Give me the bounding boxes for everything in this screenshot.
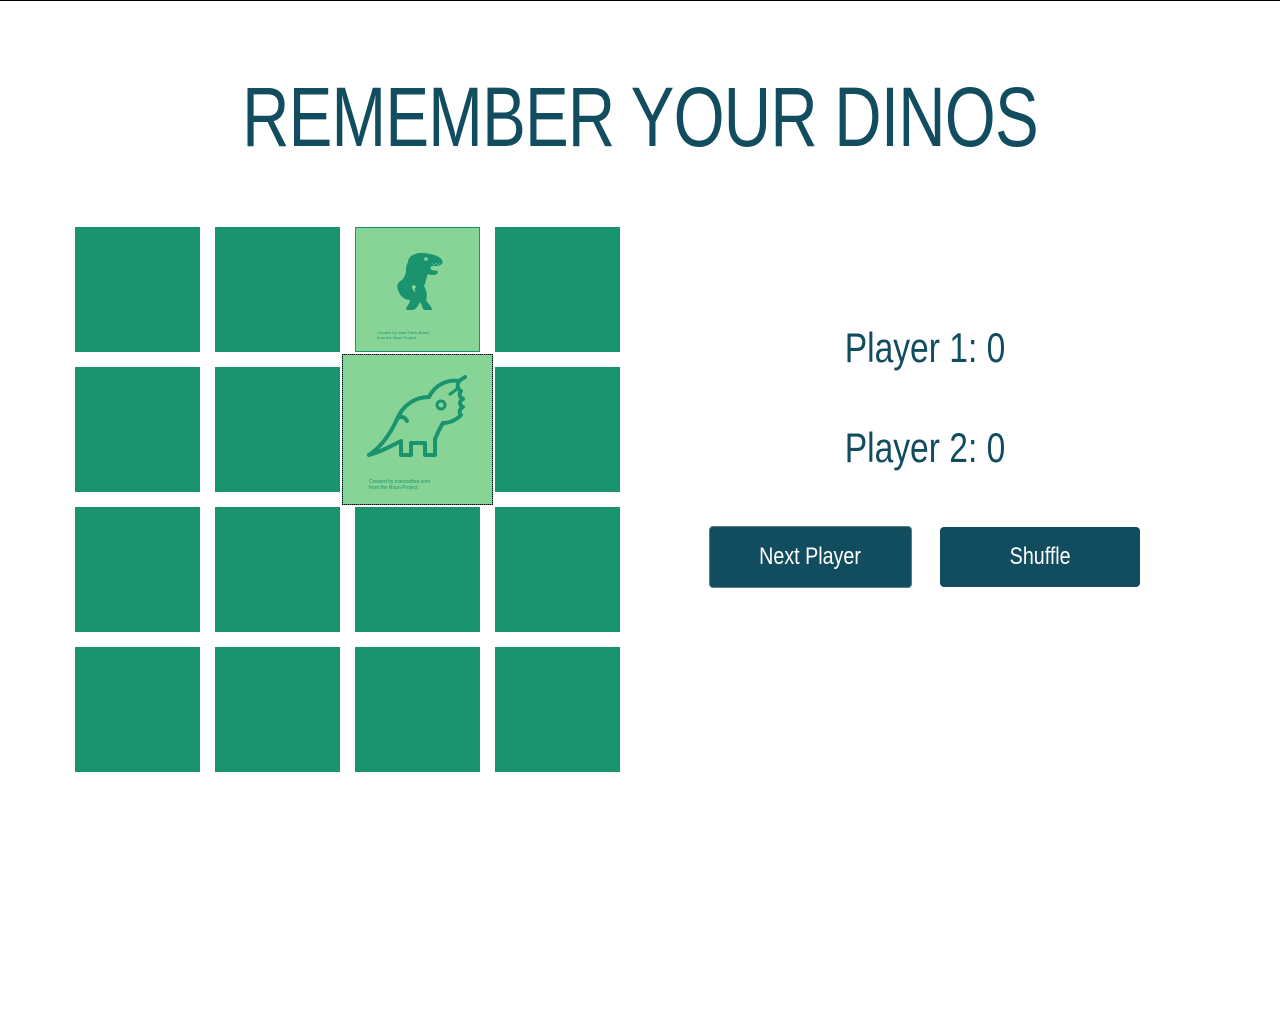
card-13[interactable] [75, 647, 200, 772]
triceratops-icon [367, 375, 467, 457]
card-9[interactable] [75, 507, 200, 632]
card-6[interactable] [215, 367, 340, 492]
card-12[interactable] [495, 507, 620, 632]
card-board: Created by Juan Pablo Bravo from the Nou… [75, 227, 620, 772]
icon-credit: Created by Juan Pablo Bravo from the Nou… [377, 330, 429, 340]
t-rex-icon [397, 252, 443, 310]
player-2-score: Player 2: 0 [844, 424, 1006, 471]
credit-line: from the Noun Project [369, 485, 418, 491]
card-16[interactable] [495, 647, 620, 772]
shuffle-label: Shuffle [1009, 543, 1071, 570]
card-7[interactable]: Created by iconcrafted.com from the Noun… [342, 354, 493, 505]
card-10[interactable] [215, 507, 340, 632]
card-11[interactable] [355, 507, 480, 632]
shuffle-button[interactable]: Shuffle [940, 527, 1140, 587]
card-1[interactable] [75, 227, 200, 352]
player-1-score: Player 1: 0 [844, 324, 1006, 371]
next-player-label: Next Player [759, 543, 862, 570]
card-2[interactable] [215, 227, 340, 352]
icon-credit: Created by iconcrafted.com from the Noun… [369, 479, 430, 491]
card-14[interactable] [215, 647, 340, 772]
credit-line: from the Noun Project [377, 335, 416, 340]
card-3[interactable]: Created by Juan Pablo Bravo from the Nou… [355, 227, 480, 352]
card-5[interactable] [75, 367, 200, 492]
page-title: REMEMBER YOUR DINOS [242, 70, 1039, 164]
card-15[interactable] [355, 647, 480, 772]
card-8[interactable] [495, 367, 620, 492]
next-player-button[interactable]: Next Player [709, 526, 912, 588]
card-4[interactable] [495, 227, 620, 352]
